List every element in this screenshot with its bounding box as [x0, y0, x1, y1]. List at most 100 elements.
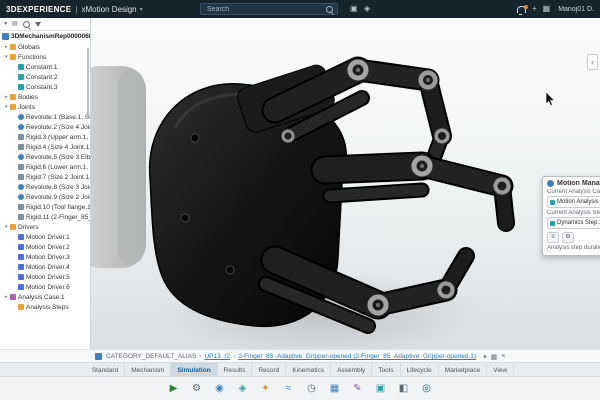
tree-item[interactable]: Analysis Steps — [0, 302, 90, 312]
tree-item-icon — [18, 244, 24, 250]
tree-item[interactable]: Motion Driver.1 — [0, 232, 90, 242]
current-analysis-case-label: Current Analysis Case — [547, 189, 600, 195]
breadcrumb-expand-icon[interactable]: ▾ — [483, 353, 487, 361]
motion-manager-header[interactable]: Motion Manager — [547, 180, 600, 187]
ribbon-tab[interactable]: Record — [252, 363, 286, 377]
ribbon-tab-label: Standard — [92, 367, 118, 374]
ribbon-tab[interactable]: Marketplace — [439, 363, 487, 377]
ribbon-tab[interactable]: Tools — [372, 363, 400, 377]
breadcrumb-close-icon[interactable]: × — [501, 353, 505, 360]
tree-item[interactable]: ▸ Globals — [0, 42, 90, 52]
expand-all-icon[interactable]: ▾ — [4, 21, 7, 27]
tree-item[interactable]: Rigid.3 (Upper arm.1, Size 4 Joi...) — [0, 132, 90, 142]
tree-item[interactable]: Revolute.9 (Size 2 Joint.1, Size 2...) — [0, 192, 90, 202]
tree-root-node[interactable]: 3DMechanismRep00000687 A.1 — [0, 31, 90, 42]
driver-icon[interactable]: ◈ — [235, 381, 251, 397]
tree-item[interactable]: Rigid.7 (Size 2 Joint.1, Size 4 ...) — [0, 172, 90, 182]
step-settings-gear-icon[interactable]: ⚙ — [562, 232, 574, 243]
tree-item-label: Motion Driver.6 — [26, 284, 70, 291]
tree-item-label: Globals — [18, 44, 40, 51]
tree-item[interactable]: Motion Driver.2 — [0, 242, 90, 252]
step-options-icon[interactable]: ≡ — [547, 232, 559, 243]
tree-search-icon[interactable] — [23, 21, 30, 28]
tree-item[interactable]: Revolute.1 (Base.1, Size 4 Joint.1) — [0, 112, 90, 122]
ribbon-tab[interactable]: Standard — [86, 363, 125, 377]
apps-grid-icon[interactable]: ▦ — [543, 5, 551, 13]
simulate-case-icon[interactable]: ▣ — [373, 381, 389, 397]
tree-item-icon — [18, 274, 24, 280]
3d-cube-icon[interactable]: ▣ — [350, 5, 358, 13]
search-box[interactable] — [200, 3, 338, 15]
ribbon-tab[interactable]: Kinematics — [286, 363, 331, 377]
tree-item[interactable]: Constant.3 — [0, 82, 90, 92]
export-icon[interactable]: ◧ — [396, 381, 412, 397]
ribbon-tab[interactable]: View — [487, 363, 514, 377]
tree-item[interactable]: ▾ Functions — [0, 52, 90, 62]
breadcrumb-item[interactable]: UP13_r2 — [199, 353, 230, 360]
probe-icon[interactable]: ✦ — [258, 381, 274, 397]
tree-item-icon — [18, 114, 24, 120]
ribbon-tab[interactable]: Simulation — [171, 363, 217, 377]
tree-item[interactable]: Constant.1 — [0, 62, 90, 72]
gripper-3d-model[interactable] — [90, 18, 600, 349]
tree-item[interactable]: Revolute.2 (Size 4 Joint.2, Size 4 ...) — [0, 122, 90, 132]
ribbon-tab[interactable]: Lifecycle — [401, 363, 439, 377]
search-input[interactable] — [205, 5, 326, 14]
analysis-step-duration-label: Analysis step duration — [547, 245, 600, 251]
tree-filter-icon[interactable] — [35, 22, 41, 27]
tree-item[interactable]: ▾ Joints — [0, 102, 90, 112]
plot-icon[interactable]: ≈ — [281, 381, 297, 397]
app-switcher-caret-icon[interactable]: ▾ — [140, 6, 143, 13]
tree-item[interactable]: Rigid.11 (2-Finger_85_Adaptive...) — [0, 212, 90, 222]
tree-item-icon — [18, 204, 24, 210]
tree-item-label: Rigid.10 (Tool flange.1, Size...) — [26, 204, 90, 211]
tree-item[interactable]: ▾ Drivers — [0, 222, 90, 232]
model-tree-panel: ▾ ▤ 3DMechanismRep00000687 A.1 ▸ Globals… — [0, 18, 91, 349]
analysis-case-select[interactable]: Motion Analysis Case — [547, 196, 600, 208]
play-simulation-icon[interactable]: ▶ — [166, 381, 182, 397]
joint-icon[interactable]: ◉ — [212, 381, 228, 397]
mouse-cursor — [546, 92, 556, 107]
search-icon[interactable] — [326, 6, 333, 13]
collapse-panel-arrow-icon[interactable]: ‹ — [587, 54, 598, 70]
ribbon-tab[interactable]: Results — [218, 363, 253, 377]
tree-item-icon — [10, 54, 16, 60]
tree-item-label: Revolute.9 (Size 2 Joint.1, Size 2...) — [26, 194, 90, 201]
annotate-icon[interactable]: ✎ — [350, 381, 366, 397]
tree-list-icon[interactable]: ▤ — [12, 21, 18, 27]
tag-icon[interactable]: ◈ — [364, 5, 370, 13]
tree-item[interactable]: Constant.2 — [0, 72, 90, 82]
ribbon-tab[interactable]: Assembly — [331, 363, 372, 377]
add-plus-icon[interactable]: + — [532, 5, 537, 13]
tree-item-icon — [10, 104, 16, 110]
tree-item-label: Motion Driver.3 — [26, 254, 70, 261]
tree-item-icon — [18, 164, 24, 170]
tree-item[interactable]: Motion Driver.3 — [0, 252, 90, 262]
app-name[interactable]: xMotion Design — [81, 5, 136, 14]
tree-item[interactable]: Motion Driver.6 — [0, 282, 90, 292]
tree-item[interactable]: Rigid.10 (Tool flange.1, Size...) — [0, 202, 90, 212]
tree-item-label: Motion Driver.2 — [26, 244, 70, 251]
analysis-step-select[interactable]: Dynamics Step.1 — [547, 217, 600, 229]
mechanism-gears-icon[interactable]: ⚙ — [189, 381, 205, 397]
tree-item[interactable]: Motion Driver.4 — [0, 262, 90, 272]
ribbon-tab[interactable]: Mechanism — [125, 363, 171, 377]
tree-item-icon — [18, 134, 24, 140]
target-icon[interactable]: ◎ — [419, 381, 435, 397]
tree-item-label: Analysis Steps — [26, 304, 69, 311]
clock-icon[interactable]: ◷ — [304, 381, 320, 397]
tree-item[interactable]: Revolute.8 (Size 3 Joint.1, Size 2...) — [0, 182, 90, 192]
breadcrumb-grid-icon[interactable]: ▦ — [491, 353, 498, 361]
tree-item[interactable]: Rigid.4 (Size 4 Joint.1, Upper ar...) — [0, 142, 90, 152]
breadcrumb-item[interactable]: CATEGORY_DEFAULT_ALIAS — [106, 353, 196, 360]
tree-item[interactable]: Rigid.6 (Lower arm.1, Size 3 Elb...) — [0, 162, 90, 172]
breadcrumb-item[interactable]: 2-Finger_85_Adaptive_Gripper-opened (2-F… — [233, 353, 476, 360]
tree-scrollbar[interactable] — [87, 48, 89, 118]
tree-item[interactable]: Revolute.5 (Size 3 Elbow.1, Size...) — [0, 152, 90, 162]
tree-item[interactable]: ▸ Bodies — [0, 92, 90, 102]
user-name[interactable]: Manoj01 D. — [558, 6, 594, 13]
tree-item[interactable]: Motion Driver.5 — [0, 272, 90, 282]
grid-icon[interactable]: ▦ — [327, 381, 343, 397]
notifications-bell-icon[interactable] — [517, 6, 526, 13]
tree-item[interactable]: ▸ Analysis Case.1 — [0, 292, 90, 302]
